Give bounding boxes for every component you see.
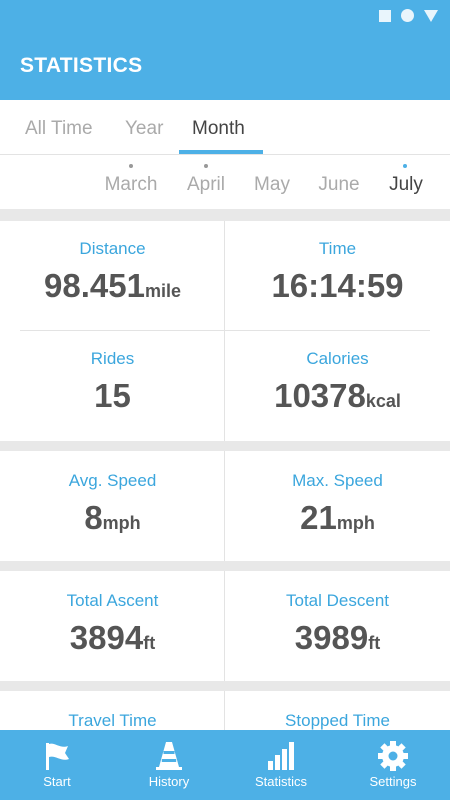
stat-label: Max. Speed xyxy=(292,471,383,490)
nav-start[interactable]: Start xyxy=(1,730,113,800)
calories-value: 10378 xyxy=(274,377,366,414)
stats-list[interactable]: Distance 98.451mile Time 16:14:59 Rides … xyxy=(0,209,450,730)
bar-chart-icon xyxy=(268,742,294,770)
stat-rides: Rides 15 xyxy=(0,349,225,415)
stat-label: Travel Time xyxy=(68,711,157,730)
total-ascent-unit: ft xyxy=(143,633,156,653)
signal-icon xyxy=(424,9,438,22)
flag-icon xyxy=(46,743,69,770)
stat-value: 16:14:59 xyxy=(225,267,450,305)
stat-value: 15 xyxy=(0,377,225,415)
max-speed-unit: mph xyxy=(336,513,375,533)
nav-label: Start xyxy=(43,774,71,789)
stat-value: 8mph xyxy=(0,499,225,537)
status-bar xyxy=(0,0,450,32)
rides-value: 15 xyxy=(94,377,131,414)
stats-card-time: Travel Time Stopped Time xyxy=(0,691,450,730)
home-icon xyxy=(401,9,414,22)
max-speed-value: 21 xyxy=(300,499,337,536)
nav-statistics[interactable]: Statistics xyxy=(225,730,337,800)
nav-settings[interactable]: Settings xyxy=(337,730,449,800)
nav-history[interactable]: History xyxy=(113,730,225,800)
status-icons xyxy=(379,9,438,22)
tab-year[interactable]: Year xyxy=(125,118,163,140)
stat-label: Distance xyxy=(79,239,146,258)
stat-total-ascent: Total Ascent 3894ft xyxy=(0,591,225,657)
stats-card-elevation: Total Ascent 3894ft Total Descent 3989ft xyxy=(0,571,450,681)
gear-icon xyxy=(378,741,408,771)
stat-max-speed: Max. Speed 21mph xyxy=(225,471,450,537)
stat-distance: Distance 98.451mile xyxy=(0,239,225,305)
stat-label: Avg. Speed xyxy=(68,471,157,490)
bottom-navigation: Start History Statistics Settings xyxy=(0,730,450,800)
stat-total-descent: Total Descent 3989ft xyxy=(225,591,450,657)
stat-travel-time: Travel Time xyxy=(0,711,225,730)
calories-unit: kcal xyxy=(365,391,401,411)
page-title: STATISTICS xyxy=(20,54,143,77)
stat-label: Total Ascent xyxy=(66,591,159,610)
nav-label: History xyxy=(148,774,190,789)
horizontal-divider xyxy=(20,330,430,331)
month-data-dot xyxy=(403,164,407,168)
nav-label: Statistics xyxy=(254,774,307,789)
stat-value: 3989ft xyxy=(225,619,450,657)
month-july[interactable]: July xyxy=(383,174,429,196)
stat-time: Time 16:14:59 xyxy=(225,239,450,305)
stat-label: Stopped Time xyxy=(285,711,390,730)
month-april[interactable]: April xyxy=(180,174,232,196)
stat-value: 21mph xyxy=(225,499,450,537)
stat-label: Total Descent xyxy=(286,591,389,610)
total-ascent-value: 3894 xyxy=(69,619,144,656)
month-selector: March April May June July xyxy=(0,156,450,209)
stats-card-speed: Avg. Speed 8mph Max. Speed 21mph xyxy=(0,451,450,561)
stat-value: 98.451mile xyxy=(0,267,225,305)
tab-all-time[interactable]: All Time xyxy=(25,118,93,140)
tab-month[interactable]: Month xyxy=(192,118,245,140)
month-data-dot xyxy=(129,164,133,168)
period-tabs: All Time Year Month xyxy=(0,100,450,155)
stat-calories: Calories 10378kcal xyxy=(225,349,450,415)
avg-speed-value: 8 xyxy=(84,499,103,536)
traffic-cone-icon xyxy=(156,742,182,770)
stat-value: 10378kcal xyxy=(225,377,450,415)
month-may[interactable]: May xyxy=(248,174,296,196)
month-march[interactable]: March xyxy=(101,174,161,196)
stat-avg-speed: Avg. Speed 8mph xyxy=(0,471,225,537)
stat-label: Time xyxy=(318,239,357,258)
stat-label: Calories xyxy=(306,349,369,368)
month-june[interactable]: June xyxy=(312,174,366,196)
stat-stopped-time: Stopped Time xyxy=(225,711,450,730)
distance-unit: mile xyxy=(144,281,181,301)
stat-value: 3894ft xyxy=(0,619,225,657)
total-descent-value: 3989 xyxy=(294,619,369,656)
active-tab-indicator xyxy=(179,150,263,154)
time-value: 16:14:59 xyxy=(271,267,404,304)
total-descent-unit: ft xyxy=(368,633,381,653)
distance-value: 98.451 xyxy=(44,267,145,304)
stats-card-summary: Distance 98.451mile Time 16:14:59 Rides … xyxy=(0,221,450,441)
nav-label: Settings xyxy=(369,774,417,789)
recent-apps-icon xyxy=(379,9,391,22)
avg-speed-unit: mph xyxy=(102,513,141,533)
app-bar: STATISTICS xyxy=(0,32,450,100)
month-data-dot xyxy=(204,164,208,168)
stat-label: Rides xyxy=(90,349,135,368)
